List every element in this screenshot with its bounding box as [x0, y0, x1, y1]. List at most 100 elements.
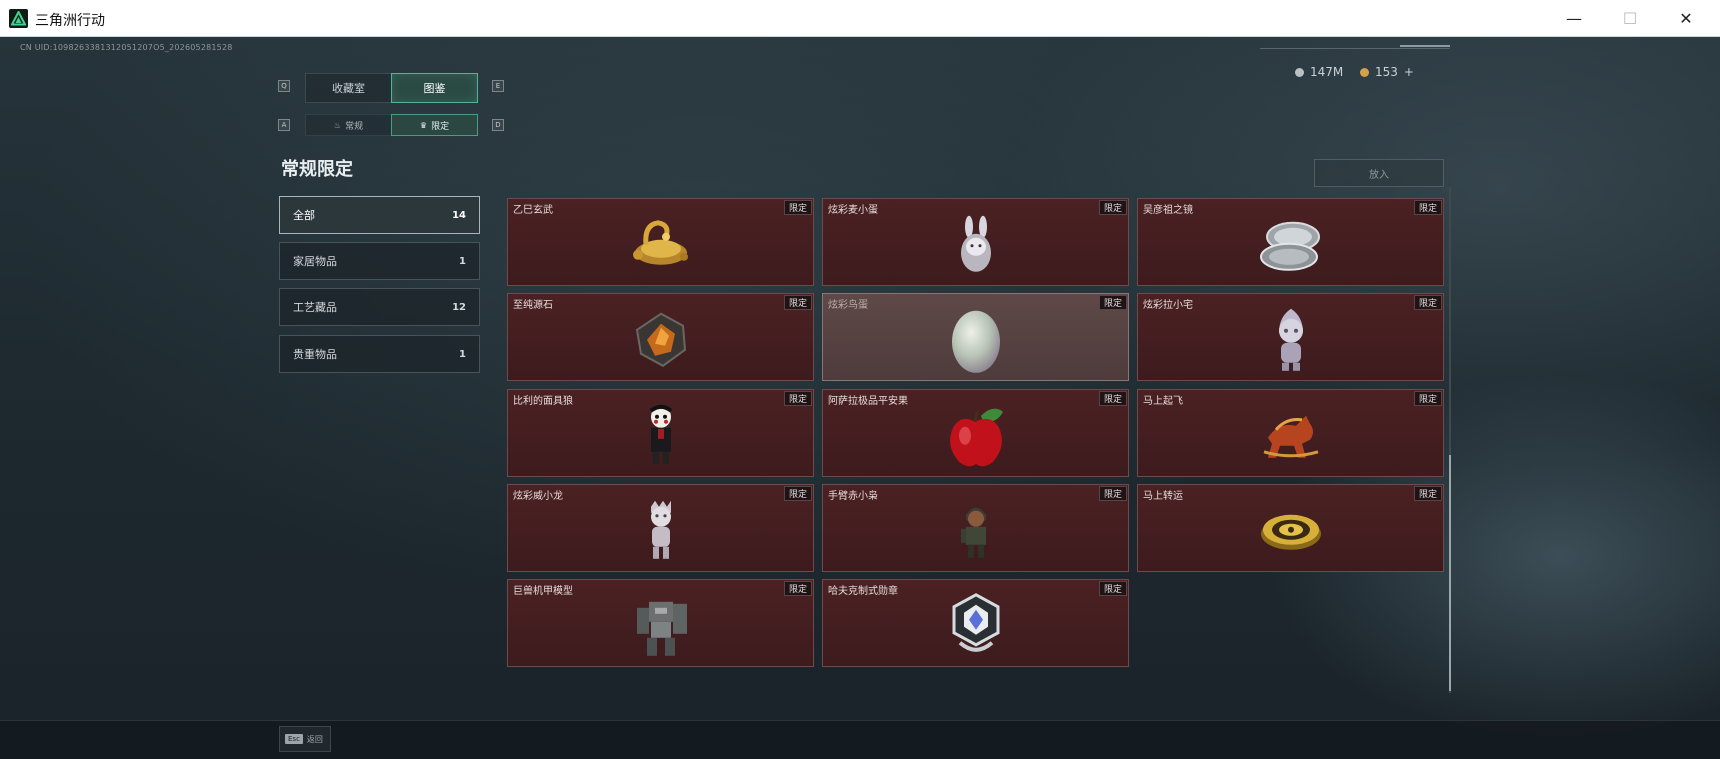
app-logo-icon	[9, 9, 28, 28]
section-title: 常规限定	[281, 159, 353, 180]
mech-model-icon	[621, 591, 701, 661]
tab-collection-room-label: 收藏室	[332, 82, 365, 95]
item-card[interactable]: 炫彩麦小蛋 限定	[822, 198, 1129, 286]
medal-icon	[936, 591, 1016, 661]
limited-badge: 限定	[1098, 391, 1127, 406]
item-card[interactable]: 哈夫克制式勋章 限定	[822, 579, 1129, 667]
item-card[interactable]: 马上转运 限定	[1137, 484, 1444, 572]
limited-badge: 限定	[1413, 486, 1442, 501]
crown-icon: ♛	[419, 120, 428, 130]
tab-collection-room[interactable]: 收藏室	[305, 73, 392, 103]
subtab-limited[interactable]: ♛ 限定	[391, 114, 478, 136]
currency-gold: 153 +	[1360, 61, 1414, 83]
item-name: 手臂赤小枭	[828, 491, 878, 502]
put-in-button[interactable]: 放入	[1314, 159, 1444, 187]
category-valuables[interactable]: 贵重物品 1	[279, 335, 480, 373]
item-card[interactable]: 马上起飞 限定	[1137, 389, 1444, 477]
golden-turtle-icon	[621, 210, 701, 280]
game-scene: CN UID:1098263381312051207O5_20260528152…	[0, 37, 1720, 759]
limited-badge: 限定	[783, 486, 812, 501]
limited-badge: 限定	[1098, 581, 1127, 596]
limited-badge: 限定	[1098, 486, 1127, 501]
item-card[interactable]: 乙巳玄武 限定	[507, 198, 814, 286]
key-hint-a: A	[278, 119, 290, 131]
player-uid: CN UID:1098263381312051207O5_20260528152…	[20, 43, 233, 52]
item-card[interactable]: 炫彩拉小宅 限定	[1137, 293, 1444, 381]
item-name: 炫彩威小龙	[513, 491, 563, 502]
currency-gold-value: 153	[1375, 65, 1398, 79]
key-hint-e: E	[492, 80, 504, 92]
key-hint-d: D	[492, 119, 504, 131]
category-count: 12	[452, 301, 466, 313]
coin-silver-icon	[1295, 67, 1304, 77]
hud-divider-accent	[1400, 45, 1450, 47]
item-card-selected[interactable]: 炫彩鸟蛋 限定	[822, 293, 1129, 381]
dragon-figure-icon	[621, 496, 701, 566]
item-name: 马上起飞	[1143, 396, 1183, 407]
category-label: 家居物品	[293, 255, 337, 268]
category-count: 1	[459, 255, 466, 267]
limited-badge: 限定	[783, 391, 812, 406]
window-title: 三角洲行动	[35, 13, 105, 29]
flame-icon: ♨	[333, 120, 342, 130]
esc-key-icon: Esc	[285, 734, 303, 744]
item-card[interactable]: 比利的面具狼 限定	[507, 389, 814, 477]
item-card[interactable]: 炫彩威小龙 限定	[507, 484, 814, 572]
category-label: 贵重物品	[293, 348, 337, 361]
item-name: 炫彩拉小宅	[1143, 300, 1193, 311]
category-label: 工艺藏品	[293, 301, 337, 314]
category-count: 14	[452, 209, 466, 221]
item-card[interactable]: 手臂赤小枭 限定	[822, 484, 1129, 572]
currency-silver-value: 147M	[1310, 65, 1344, 79]
maximize-button[interactable]: ☐	[1602, 0, 1658, 37]
item-name: 至纯源石	[513, 300, 553, 311]
item-name: 哈夫克制式勋章	[828, 586, 898, 597]
subtab-regular-label: 常规	[345, 121, 364, 132]
limited-badge: 限定	[1413, 200, 1442, 215]
item-name: 巨兽机甲模型	[513, 586, 573, 597]
item-name: 阿萨拉极品平安果	[828, 396, 908, 407]
soldier-figure-icon	[936, 496, 1016, 566]
item-card[interactable]: 吴彦祖之镜 限定	[1137, 198, 1444, 286]
currency-silver: 147M	[1295, 61, 1343, 83]
back-label: 返回	[306, 734, 323, 744]
close-button[interactable]: ✕	[1658, 0, 1714, 37]
item-name: 炫彩麦小蛋	[828, 205, 878, 216]
item-name: 乙巳玄武	[513, 205, 553, 216]
scrollbar-thumb[interactable]	[1449, 455, 1451, 691]
add-currency-button[interactable]: +	[1404, 65, 1414, 79]
limited-badge: 限定	[1413, 295, 1442, 310]
hud-divider	[1260, 48, 1450, 49]
bunny-egg-icon	[936, 210, 1016, 280]
bottom-bar	[0, 720, 1720, 759]
limited-badge: 限定	[783, 581, 812, 596]
subtab-regular[interactable]: ♨ 常规	[305, 114, 392, 136]
item-card[interactable]: 巨兽机甲模型 限定	[507, 579, 814, 667]
limited-badge: 限定	[783, 200, 812, 215]
back-button[interactable]: Esc 返回	[279, 726, 331, 752]
category-count: 1	[459, 348, 466, 360]
window-title-bar: 三角洲行动 — ☐ ✕	[0, 0, 1720, 37]
limited-badge: 限定	[1098, 200, 1127, 215]
item-card[interactable]: 阿萨拉极品平安果 限定	[822, 389, 1129, 477]
tab-codex[interactable]: 图鉴	[391, 73, 478, 103]
hooded-figure-icon	[1251, 305, 1331, 375]
item-card[interactable]: 至纯源石 限定	[507, 293, 814, 381]
category-crafts[interactable]: 工艺藏品 12	[279, 288, 480, 326]
category-all[interactable]: 全部 14	[279, 196, 480, 234]
tab-codex-label: 图鉴	[423, 82, 446, 95]
iridescent-egg-icon	[936, 305, 1016, 375]
coin-gold-icon	[1360, 67, 1369, 77]
golden-compass-icon	[1251, 496, 1331, 566]
limited-badge: 限定	[783, 295, 812, 310]
key-hint-q: Q	[278, 80, 290, 92]
limited-badge: 限定	[1413, 391, 1442, 406]
crystal-stone-icon	[621, 305, 701, 375]
item-name: 比利的面具狼	[513, 396, 573, 407]
puppet-doll-icon	[621, 401, 701, 471]
category-home[interactable]: 家居物品 1	[279, 242, 480, 280]
minimize-button[interactable]: —	[1546, 0, 1602, 37]
item-name: 炫彩鸟蛋	[828, 300, 868, 311]
red-apple-icon	[936, 401, 1016, 471]
item-name: 马上转运	[1143, 491, 1183, 502]
